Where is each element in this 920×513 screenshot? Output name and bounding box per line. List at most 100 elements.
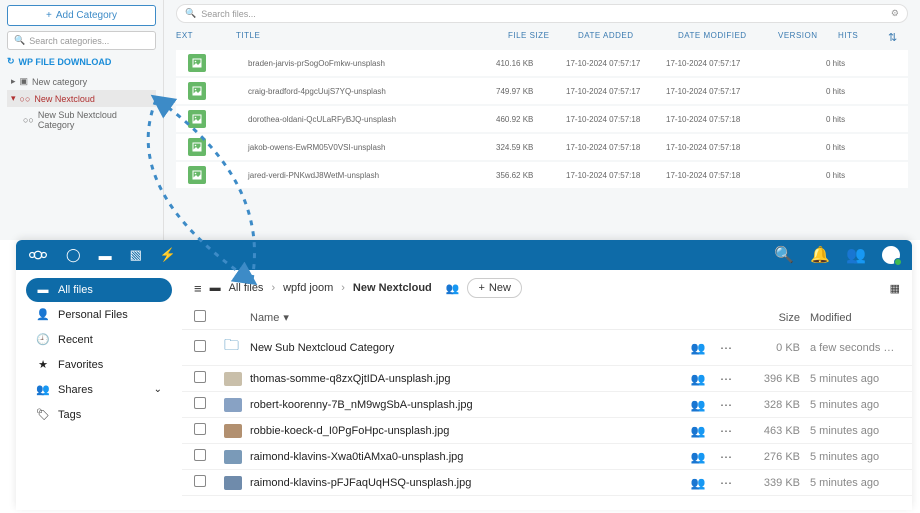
nextcloud-logo-icon[interactable]: [28, 248, 48, 262]
files-icon[interactable]: ▬: [99, 248, 112, 263]
more-actions-icon[interactable]: ⋯: [712, 372, 740, 386]
row-checkbox[interactable]: [194, 475, 224, 490]
folder-icon: ▣: [20, 76, 29, 87]
date-modified: 17-10-2024 07:57:18: [666, 115, 766, 124]
row-checkbox[interactable]: [194, 340, 224, 355]
col-date-modified[interactable]: DATE MODIFIED: [678, 31, 778, 44]
nextcloud-icon: ○○: [23, 115, 34, 125]
table-row[interactable]: jakob-owens-EwRM05V0VSI-unsplash324.59 K…: [176, 134, 908, 160]
row-checkbox[interactable]: [194, 449, 224, 464]
sidebar-item-label: Shares: [58, 384, 93, 396]
file-size: 339 KB: [740, 477, 800, 489]
share-icon[interactable]: 👥: [684, 424, 712, 438]
sidebar-item-recent[interactable]: 🕘 Recent: [26, 327, 172, 352]
file-name[interactable]: New Sub Nextcloud Category: [250, 342, 684, 354]
dashboard-icon[interactable]: ◯: [66, 247, 81, 263]
table-row[interactable]: braden-jarvis-prSogOoFmkw-unsplash410.16…: [176, 50, 908, 76]
row-checkbox[interactable]: [194, 397, 224, 412]
new-button[interactable]: + New: [467, 278, 521, 298]
table-row[interactable]: raimond-klavins-pFJFaqUqHSQ-unsplash.jpg…: [182, 470, 912, 496]
category-tree: ▸ ▣ New category ▾ ○○ New Nextcloud ○○ N…: [7, 73, 156, 133]
select-all-checkbox[interactable]: [194, 310, 224, 325]
table-row[interactable]: thomas-somme-q8zxQjtIDA-unsplash.jpg👥⋯39…: [182, 366, 912, 392]
share-icon[interactable]: 👥: [446, 282, 460, 295]
crumb-wpfd[interactable]: wpfd joom: [283, 282, 333, 294]
add-category-label: Add Category: [56, 10, 117, 21]
col-version[interactable]: VERSION: [778, 31, 838, 44]
tree-item-new-sub[interactable]: ○○ New Sub Nextcloud Category: [7, 107, 156, 133]
col-date-added[interactable]: DATE ADDED: [578, 31, 678, 44]
share-icon[interactable]: 👥: [684, 450, 712, 464]
search-files-input[interactable]: 🔍 Search files... ⚙: [176, 4, 908, 23]
table-row[interactable]: 🗀New Sub Nextcloud Category👥⋯0 KBa few s…: [182, 330, 912, 366]
sort-asc-icon: ▾: [283, 311, 289, 324]
table-row[interactable]: robert-koorenny-7B_nM9wgSbA-unsplash.jpg…: [182, 392, 912, 418]
search-icon[interactable]: 🔍: [774, 245, 794, 265]
col-name[interactable]: Name ▾: [250, 311, 740, 324]
date-modified: 17-10-2024 07:57:18: [666, 143, 766, 152]
image-thumbnail: [224, 450, 242, 464]
sidebar-item-tags[interactable]: 🏷 Tags: [26, 402, 172, 427]
home-folder-icon[interactable]: ▬: [210, 282, 221, 294]
tree-item-new-nextcloud[interactable]: ▾ ○○ New Nextcloud: [7, 90, 156, 107]
chevron-down-icon: ⌄: [154, 384, 162, 395]
tree-item-new-category[interactable]: ▸ ▣ New category: [7, 73, 156, 90]
hits: 0 hits: [826, 143, 876, 152]
plus-icon: +: [46, 10, 52, 21]
file-modified: 5 minutes ago: [800, 425, 900, 437]
folder-icon: 🗀: [224, 335, 239, 360]
table-row[interactable]: raimond-klavins-Xwa0tiAMxa0-unsplash.jpg…: [182, 444, 912, 470]
row-checkbox[interactable]: [194, 423, 224, 438]
row-checkbox[interactable]: [194, 371, 224, 386]
file-name[interactable]: raimond-klavins-Xwa0tiAMxa0-unsplash.jpg: [250, 451, 684, 463]
more-actions-icon[interactable]: ⋯: [712, 341, 740, 355]
sidebar-item-all-files[interactable]: ▬ All files: [26, 278, 172, 302]
more-actions-icon[interactable]: ⋯: [712, 424, 740, 438]
wp-sidebar: + Add Category 🔍 Search categories... ↻ …: [0, 0, 164, 240]
table-row[interactable]: craig-bradford-4pgcUujS7YQ-unsplash749.9…: [176, 78, 908, 104]
crumb-current[interactable]: New Nextcloud: [353, 282, 432, 294]
table-row[interactable]: dorothea-oldani-QcULaRFyBJQ-unsplash460.…: [176, 106, 908, 132]
more-actions-icon[interactable]: ⋯: [712, 398, 740, 412]
file-name[interactable]: thomas-somme-q8zxQjtIDA-unsplash.jpg: [250, 373, 684, 385]
col-ext[interactable]: EXT: [176, 31, 236, 44]
col-size[interactable]: Size: [740, 312, 800, 324]
share-icon[interactable]: 👥: [684, 372, 712, 386]
col-modified[interactable]: Modified: [800, 312, 900, 324]
grid-view-icon[interactable]: ▦: [890, 282, 900, 295]
filter-icon[interactable]: ⇅: [888, 31, 908, 44]
col-filesize[interactable]: FILE SIZE: [508, 31, 578, 44]
table-row[interactable]: robbie-koeck-d_I0PgFoHpc-unsplash.jpg👥⋯4…: [182, 418, 912, 444]
share-icon[interactable]: 👥: [684, 398, 712, 412]
avatar[interactable]: [882, 246, 900, 264]
more-actions-icon[interactable]: ⋯: [712, 450, 740, 464]
file-name[interactable]: raimond-klavins-pFJFaqUqHSQ-unsplash.jpg: [250, 477, 684, 489]
activity-icon[interactable]: ⚡: [160, 247, 176, 263]
sidebar-item-label: Tags: [58, 409, 81, 421]
more-actions-icon[interactable]: ⋯: [712, 476, 740, 490]
table-row[interactable]: jared-verdi-PNKwdJ8WetM-unsplash356.62 K…: [176, 162, 908, 188]
image-file-icon: [188, 166, 206, 184]
file-name[interactable]: robert-koorenny-7B_nM9wgSbA-unsplash.jpg: [250, 399, 684, 411]
settings-icon[interactable]: ⚙: [891, 8, 899, 19]
file-name[interactable]: robbie-koeck-d_I0PgFoHpc-unsplash.jpg: [250, 425, 684, 437]
sidebar-item-favorites[interactable]: ★ Favorites: [26, 352, 172, 377]
notifications-icon[interactable]: 🔔: [810, 245, 830, 265]
nextcloud-icon: ○○: [20, 94, 31, 104]
search-icon: 🔍: [185, 8, 196, 19]
add-category-button[interactable]: + Add Category: [7, 5, 156, 26]
chevron-right-icon: ›: [341, 282, 345, 294]
photos-icon[interactable]: ▧: [130, 247, 142, 263]
sidebar-item-shares[interactable]: 👥 Shares ⌄: [26, 377, 172, 402]
share-icon[interactable]: 👥: [684, 476, 712, 490]
share-icon[interactable]: 👥: [684, 341, 712, 355]
nc-table-header: Name ▾ Size Modified: [182, 306, 912, 330]
sidebar-item-personal[interactable]: 👤 Personal Files: [26, 302, 172, 327]
contacts-icon[interactable]: 👥: [846, 245, 866, 265]
file-modified: 5 minutes ago: [800, 399, 900, 411]
col-title[interactable]: TITLE: [236, 31, 508, 44]
crumb-all-files[interactable]: All files: [229, 282, 264, 294]
col-hits[interactable]: HITS: [838, 31, 888, 44]
menu-toggle-icon[interactable]: ≡: [194, 281, 202, 296]
search-categories-input[interactable]: 🔍 Search categories...: [7, 31, 156, 50]
